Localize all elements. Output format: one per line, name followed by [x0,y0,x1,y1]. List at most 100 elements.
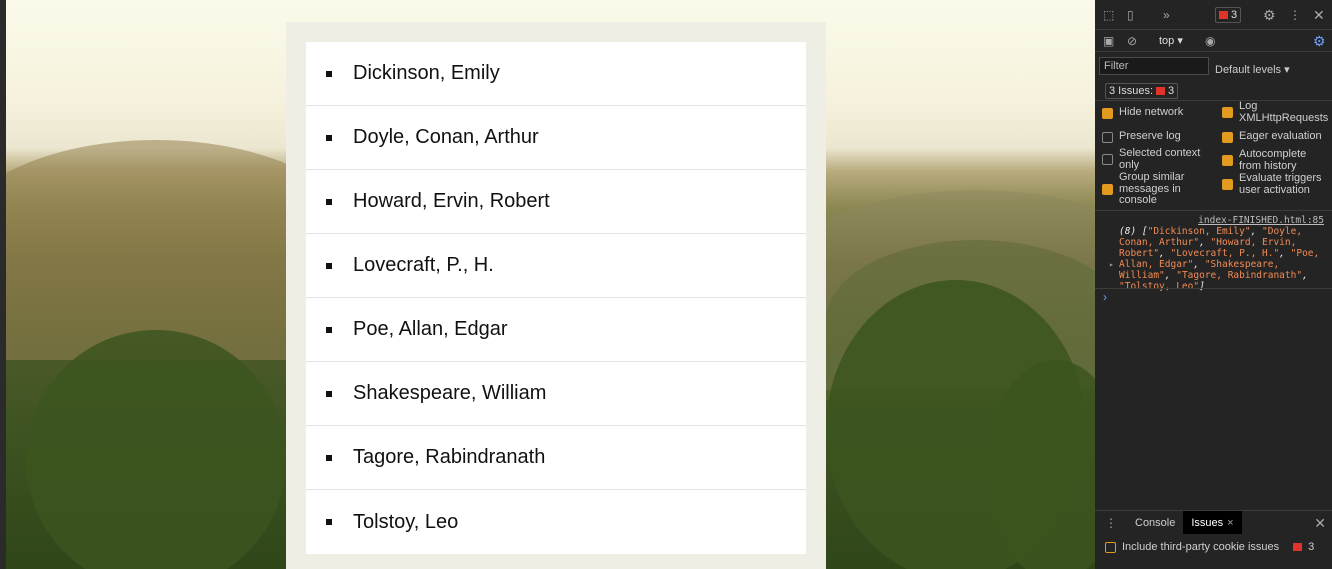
error-badge[interactable]: 3 [1215,6,1242,23]
background-tree [26,330,286,569]
setting-hide-network[interactable]: Hide network [1102,106,1212,119]
context-label: top [1159,35,1175,47]
checkbox[interactable] [1102,108,1113,119]
bullet-icon [326,519,332,525]
setting-selected-context[interactable]: Selected context only [1102,147,1212,171]
error-count: 3 [1231,8,1238,21]
log-separator: , [1199,237,1211,248]
checkbox[interactable] [1222,155,1233,166]
setting-evaluate-triggers[interactable]: Evaluate triggers user activation [1222,172,1330,196]
log-array-items: "Dickinson, Emily", "Doyle, Conan, Arthu… [1119,226,1319,292]
author-name: Shakespeare, William [353,382,547,404]
close-drawer-icon[interactable]: ✕ [1314,516,1326,530]
tab-issues[interactable]: Issues × [1183,511,1242,534]
setting-label: Preserve log [1119,130,1181,142]
error-flag-icon [1219,10,1228,19]
context-select[interactable]: top ▾ [1159,34,1183,47]
levels-dropdown[interactable]: Default levels ▾ [1215,63,1290,76]
console-settings-gear-icon[interactable]: ⚙ [1313,34,1326,48]
console-divider [1095,288,1332,289]
author-list: Dickinson, Emily Doyle, Conan, Arthur Ho… [306,42,806,554]
author-name: Dickinson, Emily [353,62,500,84]
tab-issues-label: Issues [1191,516,1224,529]
bullet-icon [326,198,332,205]
checkbox[interactable] [1222,132,1233,143]
bottom-issues-flag-icon [1293,543,1303,551]
bullet-icon [326,262,332,269]
log-array-suffix: ] [1199,281,1205,292]
setting-label: Autocomplete from history [1239,148,1307,172]
checkbox[interactable] [1102,184,1113,195]
setting-preserve-log[interactable]: Preserve log [1102,130,1212,143]
levels-label: Default levels [1215,64,1282,76]
bullet-icon [326,326,332,333]
log-string: "Dickinson, Emily" [1147,226,1251,237]
log-string: "Tagore, Rabindranath" [1176,270,1303,281]
list-item: Doyle, Conan, Arthur [306,106,806,170]
checkbox[interactable] [1222,179,1233,190]
setting-label: Eager evaluation [1239,130,1322,142]
checkbox[interactable] [1102,132,1113,143]
log-source-link[interactable]: index-FINISHED.html:85 [1119,215,1324,226]
console-output: index-FINISHED.html:85 ▸ (8) ["Dickinson… [1095,211,1332,292]
list-item: Shakespeare, William [306,362,806,426]
filter-input[interactable]: Filter [1099,57,1209,75]
bullet-icon [326,70,332,77]
close-devtools-icon[interactable]: ✕ [1313,8,1325,22]
more-tabs-icon[interactable]: » [1163,8,1170,22]
log-separator: , [1250,226,1263,237]
author-name: Tagore, Rabindranath [353,446,546,468]
setting-label: Selected context only [1119,147,1201,171]
log-array-prefix: (8) [ [1119,226,1148,237]
list-item: Tagore, Rabindranath [306,426,806,490]
setting-label: Hide network [1119,106,1184,118]
third-party-checkbox[interactable] [1105,542,1116,553]
setting-group-similar[interactable]: Group similar messages in console [1102,171,1212,207]
issues-button[interactable]: 3 Issues: 3 [1105,82,1179,99]
kebab-menu-icon[interactable]: ⋮ [1289,8,1301,22]
expand-triangle-icon[interactable]: ▸ [1109,259,1114,270]
drawer-menu-icon[interactable]: ⋮ [1095,516,1127,530]
filter-row: Filter Default levels ▾ [1095,57,1332,81]
device-toggle-icon[interactable]: ▯ [1127,8,1134,22]
checkbox[interactable] [1222,107,1233,118]
setting-eager-evaluation[interactable]: Eager evaluation [1222,130,1330,143]
issues-row: 3 Issues: 3 [1095,81,1332,101]
log-entry[interactable]: ▸ (8) ["Dickinson, Emily", "Doyle, Conan… [1109,226,1324,292]
sidebar-toggle-icon[interactable]: ▣ [1103,34,1114,48]
list-item: Howard, Ervin, Robert [306,170,806,234]
third-party-label: Include third-party cookie issues [1122,541,1280,553]
tab-console[interactable]: Console [1127,511,1183,534]
issues-label: 3 Issues: [1109,84,1154,97]
setting-label: Log XMLHttpRequests [1239,100,1329,124]
drawer-tabs: ⋮ Console Issues × ✕ [1095,510,1332,534]
close-tab-icon[interactable]: × [1227,517,1233,529]
console-toolbar: ▣ ⊘ top ▾ ◉ ⚙ [1095,30,1332,52]
bullet-icon [326,390,332,397]
list-item: Dickinson, Emily [306,42,806,106]
list-item: Poe, Allan, Edgar [306,298,806,362]
inspect-element-icon[interactable]: ⬚ [1103,8,1114,22]
console-prompt-icon[interactable]: › [1103,290,1107,304]
author-name: Doyle, Conan, Arthur [353,126,539,148]
settings-gear-icon[interactable]: ⚙ [1263,8,1276,22]
log-string: "Tolstoy, Leo" [1119,281,1200,292]
log-separator: , [1159,248,1171,259]
author-name: Tolstoy, Leo [353,510,459,533]
checkbox[interactable] [1102,154,1113,165]
author-name: Howard, Ervin, Robert [353,190,550,212]
log-separator: , [1164,270,1177,281]
issues-count: 3 [1168,84,1175,97]
live-expression-eye-icon[interactable]: ◉ [1205,34,1215,48]
list-item: Lovecraft, P., H. [306,234,806,298]
setting-log-xhr[interactable]: Log XMLHttpRequests [1222,100,1330,124]
bottom-issues-count: 3 [1308,541,1315,553]
setting-autocomplete[interactable]: Autocomplete from history [1222,148,1330,172]
console-settings: Hide network Log XMLHttpRequests Preserv… [1095,100,1332,211]
author-name: Lovecraft, P., H. [353,254,494,276]
setting-label: Group similar messages in console [1119,171,1185,206]
clear-console-icon[interactable]: ⊘ [1127,34,1137,48]
page-viewport: Dickinson, Emily Doyle, Conan, Arthur Ho… [0,0,1095,569]
setting-label: Evaluate triggers user activation [1239,172,1322,196]
log-string: "Lovecraft, P., H." [1170,248,1280,259]
